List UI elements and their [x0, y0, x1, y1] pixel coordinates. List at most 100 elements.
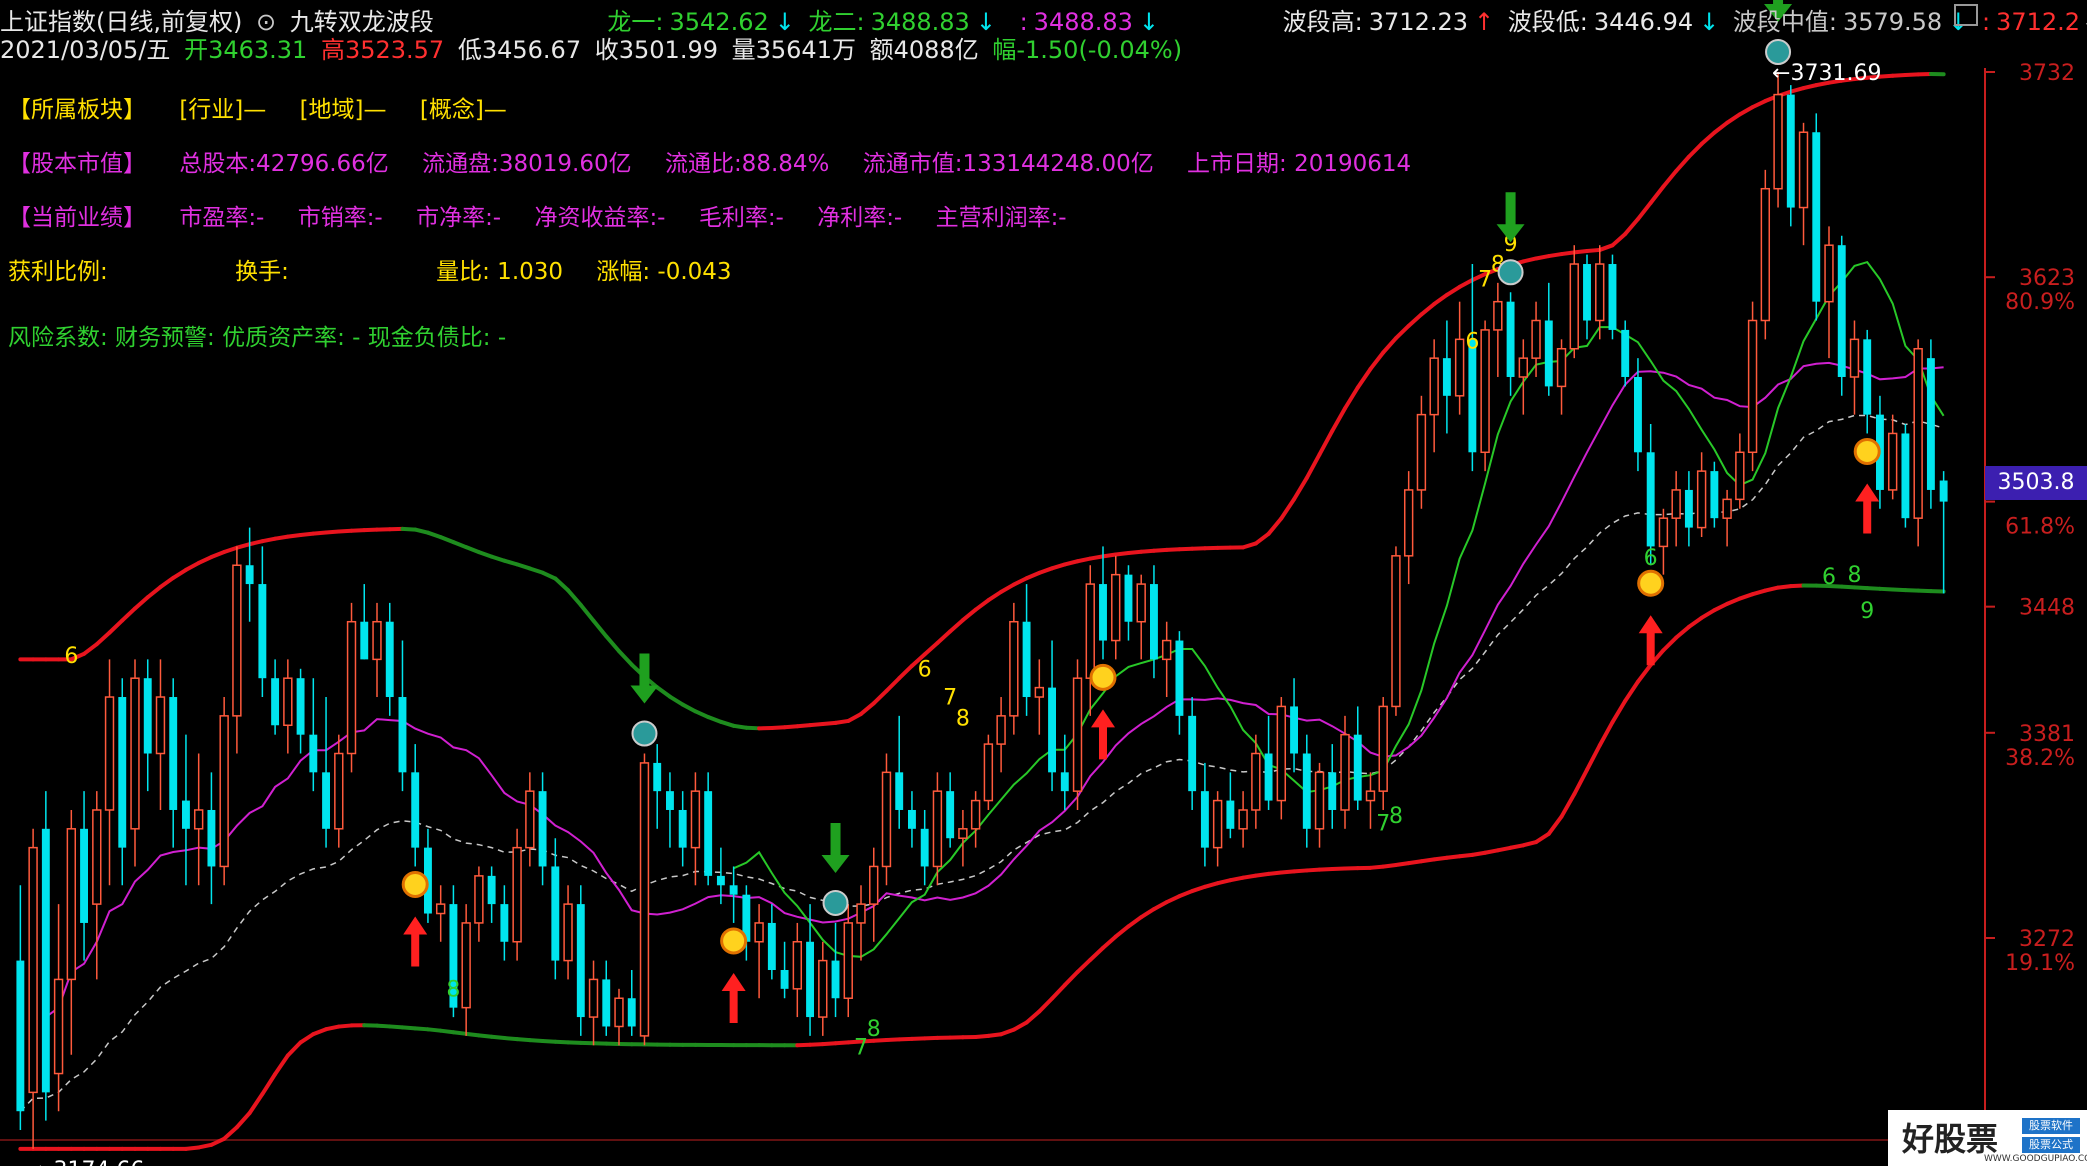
- high-label: 高: [320, 36, 345, 64]
- upper-band-segment: [1661, 169, 1679, 189]
- count-label: 8: [1389, 804, 1403, 829]
- candle-body-up: [435, 903, 446, 915]
- candle-body-down: [767, 922, 776, 971]
- candle-body-down: [551, 866, 560, 961]
- lower-band-segment: [1088, 945, 1105, 962]
- upper-band-segment: [1024, 570, 1042, 581]
- lower-band-segment: [1126, 915, 1144, 929]
- upper-band-segment: [133, 595, 150, 611]
- candle-body-down: [1583, 264, 1591, 321]
- axis-pct-label: 38.2%: [2005, 746, 2075, 771]
- candle-body-down: [1901, 433, 1910, 519]
- candle-body-up: [512, 846, 522, 943]
- cap-title: 【股本市值】: [8, 151, 146, 177]
- industry-link[interactable]: [行业]—: [179, 97, 266, 123]
- upper-band-segment: [1635, 200, 1653, 222]
- sector-row: 【所属板块】 [行业]— [地域]— [概念]—: [8, 90, 533, 124]
- buy-arrow-icon: [403, 916, 428, 967]
- candle-body-up: [1824, 244, 1834, 303]
- candle-body-up: [1009, 620, 1019, 717]
- candle-body-down: [653, 762, 662, 792]
- upper-band-segment: [451, 540, 469, 550]
- candle-body-up: [1416, 413, 1427, 491]
- low-value: 3456.67: [481, 36, 582, 64]
- candle-body-down: [1786, 94, 1795, 208]
- region-link[interactable]: [地域]—: [300, 97, 387, 123]
- upper-band-segment: [680, 702, 698, 714]
- site-logo[interactable]: 好股票 股票软件 股票公式 WWW.GOODGUPIAO.COM: [1888, 1110, 2087, 1166]
- buy-signal-icon: [401, 870, 429, 898]
- change-pct: 涨幅: -0.043: [596, 259, 732, 285]
- candle-body-up: [1085, 583, 1095, 679]
- candle-body-down: [80, 828, 89, 923]
- lower-band-segment: [285, 1040, 303, 1058]
- lower-band-segment: [1699, 608, 1717, 620]
- candle-body-down: [118, 697, 127, 848]
- candle-body-down: [1926, 358, 1935, 490]
- upper-band-segment: [489, 554, 507, 563]
- candle-body-up: [334, 752, 344, 830]
- candle-body-up: [1403, 489, 1414, 557]
- upper-band-segment: [884, 676, 902, 693]
- lower-band-segment: [1024, 1009, 1042, 1025]
- upper-band-segment: [922, 640, 940, 657]
- candle-body-up: [958, 828, 968, 839]
- gross-margin: 毛利率:-: [698, 205, 784, 231]
- sector-title: 【所属板块】: [8, 97, 146, 123]
- count-label: 8: [867, 1017, 881, 1042]
- wave-high-value: 3712.23: [1368, 8, 1469, 36]
- close-icon[interactable]: [1954, 4, 1978, 26]
- lower-band-segment: [260, 1072, 278, 1097]
- candle-body-down: [1022, 621, 1031, 698]
- axis-pct-label: 19.1%: [2005, 951, 2075, 976]
- candle-body-down: [806, 941, 815, 1018]
- wave-extra-value: 3712.2: [1996, 8, 2081, 36]
- candle-body-down: [1200, 791, 1209, 848]
- lower-band-segment: [1062, 970, 1080, 988]
- upper-band-segment: [566, 588, 583, 607]
- candle-body-down: [1608, 264, 1617, 330]
- upper-band-segment: [1317, 428, 1335, 457]
- lower-band-segment: [1164, 894, 1182, 905]
- candle-body-up: [130, 677, 140, 830]
- upper-band-segment: [1750, 99, 1768, 110]
- upper-band-segment: [667, 694, 685, 707]
- main-margin: 主营利润率:-: [935, 205, 1067, 231]
- candle-body-down: [1837, 245, 1846, 377]
- upper-band-segment: [655, 685, 672, 699]
- cap-row: 【股本市值】 总股本:42796.66亿 流通盘:38019.60亿 流通比:8…: [8, 144, 1437, 178]
- pe-ratio: 市盈率:-: [179, 205, 265, 231]
- candle-body-down: [181, 800, 190, 829]
- total-shares: 总股本:42796.66亿: [179, 151, 389, 177]
- candle-body-up: [1518, 357, 1529, 378]
- profit-ratio: 获利比例:: [8, 259, 108, 285]
- candle-body-up: [1212, 799, 1223, 849]
- upper-band-segment: [999, 582, 1016, 594]
- lower-band-segment: [247, 1092, 265, 1115]
- candle-body-up: [1735, 451, 1745, 501]
- roe: 净资收益率:-: [534, 205, 666, 231]
- upper-band-segment: [1011, 576, 1029, 587]
- candle-body-up: [1480, 329, 1490, 454]
- candles: [16, 72, 1948, 1149]
- candle-body-up: [104, 696, 115, 811]
- upper-band-segment: [120, 606, 137, 623]
- candle-body-down: [1048, 687, 1057, 773]
- concept-link[interactable]: [概念]—: [420, 97, 507, 123]
- volume-label: 量: [731, 36, 756, 64]
- wave-low-value: 3446.94: [1593, 8, 1694, 36]
- candle-body-down: [1188, 715, 1197, 792]
- candle-body-up: [1072, 677, 1083, 792]
- candle-body-down: [271, 678, 280, 726]
- candle-body-up: [53, 978, 64, 1075]
- bar-date: 2021/03/05/五: [0, 36, 171, 64]
- count-label: 8: [446, 977, 460, 1002]
- candle-body-down: [1124, 574, 1133, 622]
- high-value: 3523.57: [344, 36, 445, 64]
- change-label: 幅: [992, 36, 1017, 64]
- low-price-label: ←3174.66: [35, 1158, 144, 1166]
- upper-band-segment: [1292, 475, 1309, 502]
- candle-body-up: [1658, 517, 1669, 548]
- upper-band-segment: [1381, 336, 1398, 355]
- candle-body-down: [258, 584, 267, 679]
